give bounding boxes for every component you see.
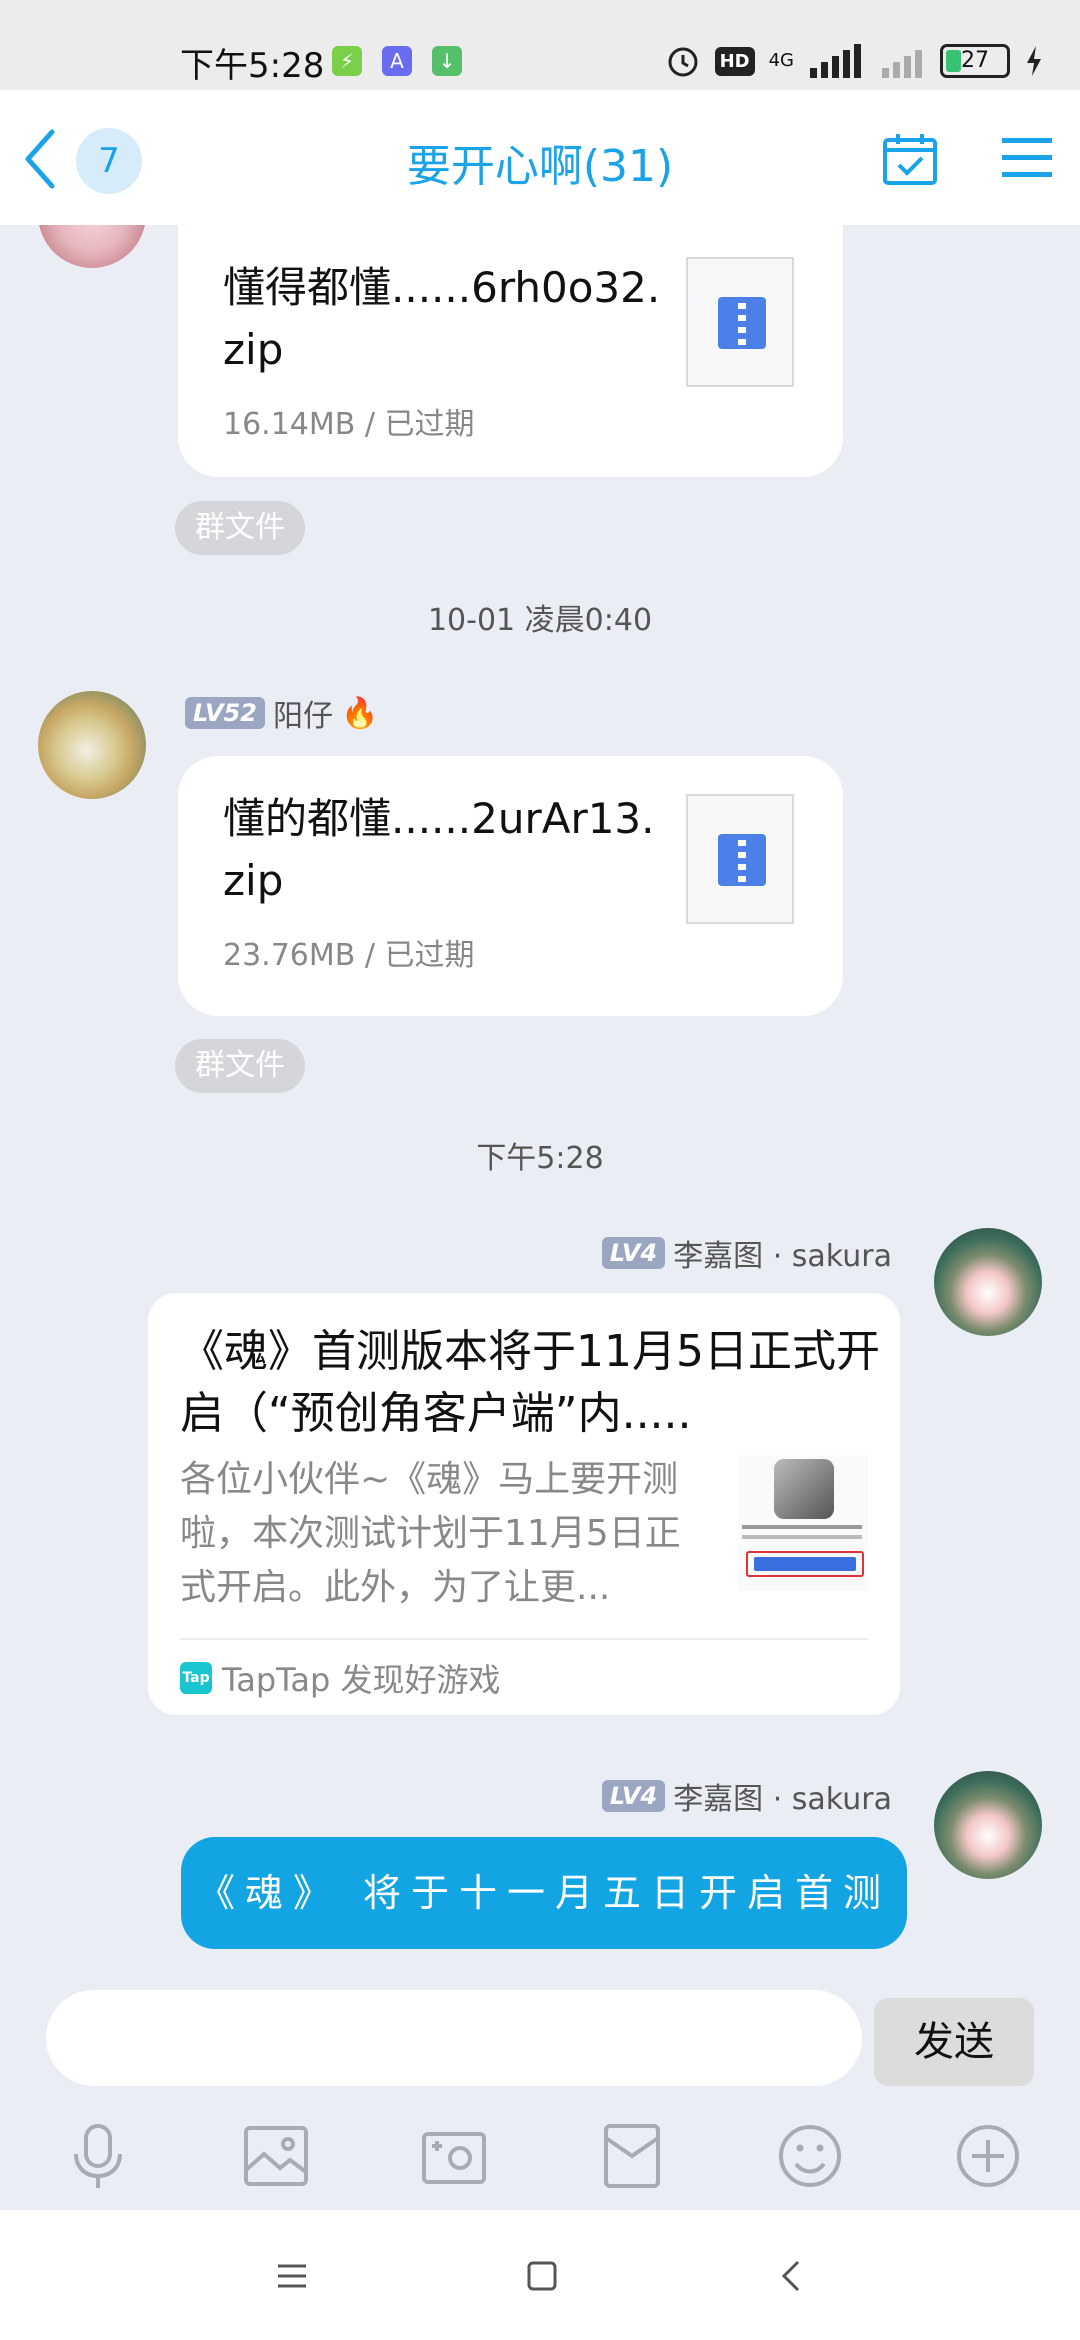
avatar[interactable] <box>934 1771 1042 1879</box>
chat-messages[interactable]: 懂得都懂......6rh0o32.zip 16.14MB / 已过期 群文件 … <box>0 225 1080 1990</box>
signal-weak-icon <box>882 50 922 78</box>
avatar[interactable] <box>38 691 146 799</box>
text-message[interactable]: 《魂》 将于十一月五日开启首测 <box>181 1837 907 1949</box>
app-store-icon: A <box>382 46 412 76</box>
share-source-label: TapTap 发现好游戏 <box>222 1661 501 1699</box>
menu-icon[interactable] <box>1000 134 1054 182</box>
share-description: 各位小伙伴~《魂》马上要开测啦，本次测试计划于11月5日正式开启。此外，为了让更… <box>180 1459 681 1608</box>
signal-icon <box>810 44 861 78</box>
sender-name: 李嘉图 · sakura <box>673 1239 892 1274</box>
share-title: 《魂》首测版本将于11月5日正式开启（“预创角客户端”内..... <box>180 1326 880 1439</box>
group-file-tag: 群文件 <box>175 501 305 555</box>
charging-icon <box>1027 46 1041 76</box>
camera-icon[interactable] <box>418 2120 490 2192</box>
timestamp: 下午5:28 <box>476 1141 604 1176</box>
sender-info: LV4 李嘉图 · sakura <box>601 1774 892 1818</box>
download-icon: ↓ <box>432 46 462 76</box>
status-indicators: HD 4G 27 <box>665 38 1044 84</box>
file-message[interactable]: 懂得都懂......6rh0o32.zip 16.14MB / 已过期 <box>178 225 843 477</box>
sender-info: LV4 李嘉图 · sakura <box>601 1231 892 1275</box>
send-button[interactable]: 发送 <box>874 1998 1034 2086</box>
level-badge: LV52 <box>185 697 265 729</box>
avatar[interactable] <box>934 1228 1042 1336</box>
level-badge: LV4 <box>601 1780 666 1812</box>
level-badge: LV4 <box>601 1237 666 1269</box>
image-icon[interactable] <box>240 2120 312 2192</box>
message-input[interactable] <box>46 1990 862 2086</box>
microphone-icon[interactable] <box>62 2120 134 2192</box>
taptap-icon: Tap <box>180 1662 212 1694</box>
file-meta: 16.14MB / 已过期 <box>223 407 475 442</box>
avatar[interactable] <box>38 225 146 268</box>
sender-info: LV52 阳仔 🔥 <box>185 691 378 735</box>
input-area: 发送 <box>0 1990 1080 2220</box>
sender-name: 李嘉图 · sakura <box>673 1782 892 1817</box>
home-icon[interactable] <box>514 2248 570 2304</box>
status-bar: 下午5:28 ⚡ A ↓ HD 4G 27 <box>0 0 1080 90</box>
network-type: 4G <box>768 50 794 71</box>
plus-icon[interactable] <box>952 2120 1024 2192</box>
flash-app-icon: ⚡ <box>332 46 362 76</box>
share-source: Tap TapTap 发现好游戏 <box>180 1655 501 1701</box>
status-time: 下午5:28 <box>180 46 325 86</box>
file-meta: 23.76MB / 已过期 <box>223 938 475 973</box>
sender-name: 阳仔 <box>272 699 333 734</box>
share-thumbnail <box>738 1455 868 1591</box>
alarm-icon <box>668 47 698 77</box>
fire-icon: 🔥 <box>340 695 379 731</box>
zip-file-icon <box>686 257 794 387</box>
timestamp: 10-01 凌晨0:40 <box>427 603 653 638</box>
battery-icon: 27 <box>940 44 1010 78</box>
system-navigation <box>0 2210 1080 2340</box>
red-packet-icon[interactable] <box>596 2120 668 2192</box>
back-nav-icon[interactable] <box>764 2248 820 2304</box>
emoji-icon[interactable] <box>774 2120 846 2192</box>
input-toolbar <box>0 2120 1080 2210</box>
file-message[interactable]: 懂的都懂......2urAr13.zip 23.76MB / 已过期 <box>178 756 843 1016</box>
file-name: 懂得都懂......6rh0o32.zip <box>223 263 661 374</box>
file-name: 懂的都懂......2urAr13.zip <box>223 794 655 905</box>
share-card[interactable]: 《魂》首测版本将于11月5日正式开启（“预创角客户端”内..... 各位小伙伴~… <box>148 1293 900 1715</box>
zip-file-icon <box>686 794 794 924</box>
hd-badge: HD <box>714 46 755 76</box>
group-file-tag: 群文件 <box>175 1039 305 1093</box>
calendar-check-icon[interactable] <box>882 132 938 186</box>
recent-apps-icon[interactable] <box>264 2248 320 2304</box>
